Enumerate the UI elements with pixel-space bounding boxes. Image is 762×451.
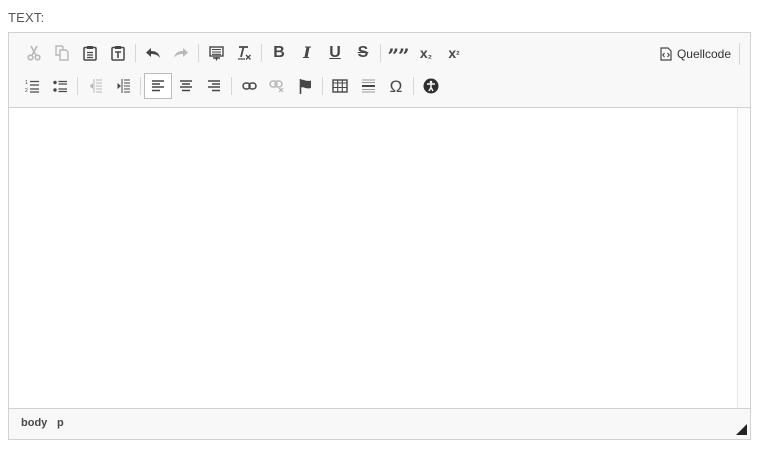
rich-text-editor: B I U S ”” x₂ x² Quellcode 1 2 Ω body p <box>8 32 751 440</box>
svg-text:2: 2 <box>25 88 28 93</box>
link-icon <box>241 82 257 90</box>
align-left-button[interactable] <box>144 73 172 99</box>
numbered-list-button[interactable]: 1 2 <box>18 73 46 99</box>
resize-handle-icon[interactable] <box>736 424 747 435</box>
format-block-button[interactable] <box>202 40 230 66</box>
omega-icon: Ω <box>389 76 403 96</box>
unlink-button[interactable] <box>263 73 291 99</box>
indent-button[interactable] <box>109 73 137 99</box>
editor-statusbar: body p <box>9 408 750 439</box>
toolbar-separator <box>413 77 414 95</box>
path-item-p[interactable]: p <box>57 417 64 429</box>
align-right-button[interactable] <box>200 73 228 99</box>
format-icon <box>208 45 224 60</box>
strikethrough-icon: S <box>357 44 369 61</box>
subscript-icon: x₂ <box>419 44 433 61</box>
field-label: TEXT: <box>8 10 45 25</box>
italic-icon: I <box>303 43 311 62</box>
table-button[interactable] <box>326 73 354 99</box>
toolbar-separator <box>140 77 141 95</box>
align-right-icon <box>208 80 220 92</box>
editor-content-area[interactable] <box>9 108 737 409</box>
clipboard-icon <box>83 46 97 61</box>
toolbar-row-2: 1 2 Ω <box>18 73 445 99</box>
undo-button[interactable] <box>139 40 167 66</box>
toolbar-separator <box>261 44 262 62</box>
toolbar-separator <box>77 77 78 95</box>
source-code-label: Quellcode <box>676 47 731 61</box>
remove-format-button[interactable] <box>230 40 258 66</box>
toolbar-separator <box>198 44 199 62</box>
italic-button[interactable]: I <box>293 40 321 66</box>
source-code-icon <box>660 47 672 61</box>
toolbar-separator <box>380 44 381 62</box>
paste-button[interactable] <box>76 40 104 66</box>
superscript-icon: x² <box>448 44 460 61</box>
anchor-button[interactable] <box>291 73 319 99</box>
bulleted-list-icon <box>52 80 67 92</box>
remove-format-icon <box>238 46 251 60</box>
accessibility-icon <box>423 78 439 94</box>
accessibility-button[interactable] <box>417 73 445 99</box>
outdent-button[interactable] <box>81 73 109 99</box>
numbered-list-icon: 1 2 <box>25 80 39 93</box>
horizontal-rule-button[interactable] <box>354 73 382 99</box>
align-center-icon <box>180 80 192 92</box>
horizontal-rule-icon <box>361 79 375 92</box>
align-center-button[interactable] <box>172 73 200 99</box>
toolbar-separator <box>135 44 136 62</box>
strikethrough-button[interactable]: S <box>349 40 377 66</box>
bold-button[interactable]: B <box>265 40 293 66</box>
bold-icon: B <box>273 44 285 61</box>
outdent-icon <box>89 79 102 93</box>
underline-icon: U <box>329 44 341 61</box>
source-code-button[interactable]: Quellcode <box>660 43 740 65</box>
unlink-icon <box>269 80 284 92</box>
underline-button[interactable]: U <box>321 40 349 66</box>
superscript-button[interactable]: x² <box>440 40 468 66</box>
vertical-scrollbar[interactable] <box>737 108 750 409</box>
redo-button[interactable] <box>167 40 195 66</box>
path-item-body[interactable]: body <box>21 417 47 429</box>
flag-icon <box>299 78 311 94</box>
editor-toolbar: B I U S ”” x₂ x² Quellcode 1 2 Ω <box>9 33 750 108</box>
scissors-icon <box>27 45 41 61</box>
cut-button[interactable] <box>20 40 48 66</box>
table-icon <box>332 79 348 93</box>
paste-text-icon <box>111 46 125 61</box>
blockquote-button[interactable]: ”” <box>384 40 412 66</box>
copy-icon <box>55 45 69 61</box>
align-left-icon <box>152 80 164 92</box>
indent-icon <box>117 79 130 93</box>
svg-text:1: 1 <box>25 80 28 86</box>
undo-icon <box>146 48 160 58</box>
subscript-button[interactable]: x₂ <box>412 40 440 66</box>
link-button[interactable] <box>235 73 263 99</box>
redo-icon <box>174 48 188 58</box>
blockquote-icon: ”” <box>387 44 409 68</box>
toolbar-separator <box>231 77 232 95</box>
bulleted-list-button[interactable] <box>46 73 74 99</box>
toolbar-row-1: B I U S ”” x₂ x² <box>18 40 468 66</box>
toolbar-separator <box>322 77 323 95</box>
paste-text-button[interactable] <box>104 40 132 66</box>
special-char-button[interactable]: Ω <box>382 73 410 99</box>
copy-button[interactable] <box>48 40 76 66</box>
